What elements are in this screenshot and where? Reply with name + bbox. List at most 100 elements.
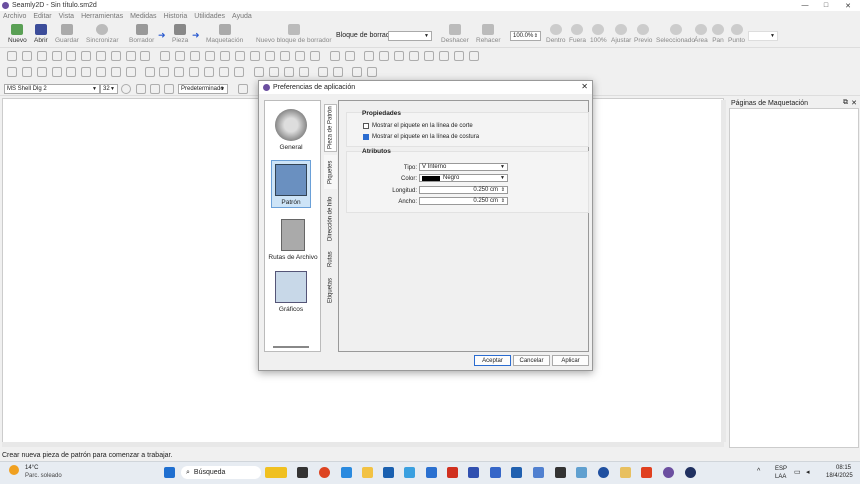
list-scrollbar[interactable]: [273, 346, 309, 348]
clock-date[interactable]: 18/4/2025: [826, 473, 853, 479]
start-icon[interactable]: [164, 467, 175, 478]
network-icon[interactable]: ▭: [794, 468, 801, 476]
triangle-tool-icon[interactable]: [235, 51, 245, 61]
float-panel-icon[interactable]: ⧉: [843, 99, 848, 107]
ancho-spinbox[interactable]: 0.250 cm ⇕: [419, 197, 508, 205]
close-panel-icon[interactable]: ✕: [851, 99, 857, 107]
spline-intersect-tool-icon[interactable]: [439, 51, 449, 61]
shoulder-tool-icon[interactable]: [250, 51, 260, 61]
tipo-select[interactable]: V Interno ▼: [419, 163, 508, 171]
mirror-tool-icon[interactable]: [204, 67, 214, 77]
curve-tool-icon[interactable]: [66, 51, 76, 61]
app-icon[interactable]: [426, 467, 437, 478]
notch-cutline-checkbox[interactable]: Mostrar el piquete en la línea de corte: [363, 123, 473, 129]
dialog-close-icon[interactable]: ✕: [581, 82, 588, 91]
grid-icon[interactable]: [238, 84, 248, 94]
widget-icon[interactable]: [265, 467, 287, 478]
category-general[interactable]: General: [271, 109, 311, 151]
height-tool-icon[interactable]: [220, 51, 230, 61]
bloque-select[interactable]: ▼: [388, 31, 432, 41]
close-window-button[interactable]: ✕: [837, 0, 859, 11]
flip-tool-icon[interactable]: [174, 67, 184, 77]
maximize-button[interactable]: □: [815, 0, 837, 11]
app-icon[interactable]: [598, 467, 609, 478]
borrador-button[interactable]: Borrador: [129, 24, 154, 44]
nuevo-button[interactable]: Nuevo: [8, 24, 27, 44]
maquetacion-button[interactable]: Maquetación: [206, 24, 243, 44]
clock-time[interactable]: 08:15: [836, 465, 851, 471]
spline-arc-tool-icon[interactable]: [469, 51, 479, 61]
arc-point-tool-icon[interactable]: [66, 67, 76, 77]
menu-editar[interactable]: Editar: [33, 13, 51, 20]
font-select[interactable]: MS Shell Dlg 2 ▼: [4, 84, 100, 94]
intersect-tool-icon[interactable]: [265, 51, 275, 61]
folder-icon[interactable]: [362, 467, 373, 478]
spline-cut-tool-icon[interactable]: [424, 51, 434, 61]
export-tool-icon[interactable]: [333, 67, 343, 77]
layout-settings-tool-icon[interactable]: [352, 67, 362, 77]
horizontal-scrollbar[interactable]: [2, 442, 724, 447]
zoom-previous-button[interactable]: Previo: [634, 24, 652, 44]
app-icon[interactable]: [511, 467, 522, 478]
app-icon[interactable]: [620, 467, 631, 478]
ellipse-tool-icon[interactable]: [111, 67, 121, 77]
language-2[interactable]: LAA: [775, 474, 786, 480]
move-tool-icon[interactable]: [189, 67, 199, 77]
category-rutas[interactable]: Rutas de Archivo: [267, 219, 319, 261]
text-color-icon[interactable]: [164, 84, 174, 94]
group-tool-icon[interactable]: [145, 67, 155, 77]
store-icon[interactable]: [383, 467, 394, 478]
menu-archivo[interactable]: Archivo: [3, 13, 26, 20]
zoom-out-button[interactable]: Fuera: [569, 24, 586, 44]
app-icon[interactable]: [490, 467, 501, 478]
aplicar-button[interactable]: Aplicar: [552, 355, 589, 366]
close-line-tool-icon[interactable]: [345, 51, 355, 61]
tab-rutas[interactable]: Rutas: [324, 248, 337, 270]
chevron-up-icon[interactable]: ^: [757, 468, 760, 475]
zoom-selected-button[interactable]: Seleccionado: [656, 24, 695, 44]
menu-ayuda[interactable]: Ayuda: [232, 13, 252, 20]
guardar-button[interactable]: Guardar: [55, 24, 79, 44]
spline-point-tool-icon[interactable]: [409, 51, 419, 61]
abrir-button[interactable]: Abrir: [34, 24, 48, 44]
arc-length-tool-icon[interactable]: [37, 67, 47, 77]
gear-tool-icon[interactable]: [81, 51, 91, 61]
zoom-point-button[interactable]: Punto: [728, 24, 745, 44]
aceptar-button[interactable]: Aceptar: [474, 355, 511, 366]
spline-path-tool-icon[interactable]: [379, 51, 389, 61]
piece-tool-icon[interactable]: [254, 67, 264, 77]
nuevo-bloque-button[interactable]: Nuevo bloque de borrador: [256, 24, 332, 44]
line-draw-tool-icon[interactable]: [330, 51, 340, 61]
measure-tool-icon[interactable]: [234, 67, 244, 77]
menu-herramientas[interactable]: Herramientas: [81, 13, 123, 20]
ellipse-arc-tool-icon[interactable]: [126, 67, 136, 77]
brave-icon[interactable]: [641, 467, 652, 478]
tab-etiquetas[interactable]: Etiquetas: [324, 272, 337, 308]
along-tool-icon[interactable]: [295, 51, 305, 61]
font-size-select[interactable]: 32 ▼: [100, 84, 118, 94]
longitud-spinbox[interactable]: 0.250 cm ⇕: [419, 186, 508, 194]
zoom-input[interactable]: 100.0% ⇕: [510, 31, 541, 41]
category-graficos[interactable]: Gráficos: [271, 271, 311, 313]
seamly-icon[interactable]: [663, 467, 674, 478]
vertical-scrollbar[interactable]: [721, 100, 726, 442]
arc-radius-tool-icon[interactable]: [22, 67, 32, 77]
language-1[interactable]: ESP: [775, 466, 787, 472]
line-point-tool-icon[interactable]: [160, 51, 170, 61]
line-tool-icon[interactable]: [37, 51, 47, 61]
zoom-100-button[interactable]: 100%: [590, 24, 607, 44]
color-select[interactable]: Negro ▼: [419, 174, 508, 182]
zoom-point-select[interactable]: ▼: [748, 31, 778, 41]
zoom-area-button[interactable]: Área: [694, 24, 708, 44]
app-icon[interactable]: [685, 467, 696, 478]
mode-select[interactable]: Predeterminado ▼: [178, 84, 228, 94]
app-icon[interactable]: [555, 467, 566, 478]
line-angle-tool-icon[interactable]: [175, 51, 185, 61]
app-icon[interactable]: [468, 467, 479, 478]
true-dart-tool-icon[interactable]: [219, 67, 229, 77]
pointer-tool-icon[interactable]: [7, 51, 17, 61]
anchor-tool-icon[interactable]: [269, 67, 279, 77]
tab-direccion-de-hilo[interactable]: Dirección de hilo: [324, 192, 337, 246]
rect-tool-icon[interactable]: [96, 51, 106, 61]
pdf-icon[interactable]: [447, 467, 458, 478]
